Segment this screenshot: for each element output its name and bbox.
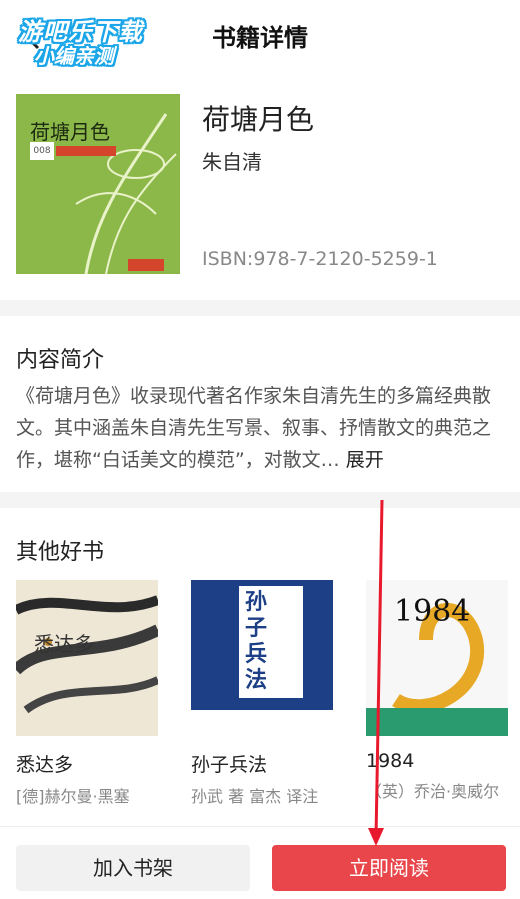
book-cover[interactable]: 1984 <box>366 580 508 736</box>
book-card-siddhartha[interactable]: 悉达多 悉达多 [德]赫尔曼·黑塞 <box>16 580 158 807</box>
book-info-section: 荷塘月色 008 荷塘月色 朱自清 ISBN:978-7-2120-5259-1 <box>0 72 520 300</box>
top-bar: 书籍详情 游吧乐下载 小编亲测 <box>0 0 520 72</box>
book-author: （英）乔治·奥威尔 <box>366 782 500 801</box>
intro-section: 内容简介 《荷塘月色》收录现代著名作家朱自清先生的多篇经典散文。其中涵盖朱自清先… <box>0 316 520 492</box>
book-name: 悉达多 <box>16 754 74 776</box>
add-to-shelf-button[interactable]: 加入书架 <box>16 845 250 891</box>
section-divider <box>0 300 520 316</box>
other-books-section: 其他好书 悉达多 悉达多 [德]赫尔曼·黑塞 孙子兵法 孙子兵法 孙武 著 富杰… <box>0 508 520 826</box>
bottom-action-bar: 加入书架 立即阅读 <box>0 826 520 899</box>
expand-link[interactable]: 展开 <box>346 449 384 471</box>
book-cover[interactable]: 悉达多 <box>16 580 158 736</box>
other-books-heading: 其他好书 <box>16 540 105 565</box>
book-isbn: ISBN:978-7-2120-5259-1 <box>202 248 438 270</box>
book-card-1984[interactable]: 1984 1984 （英）乔治·奥威尔 <box>366 580 508 802</box>
section-divider <box>0 492 520 508</box>
book-cover[interactable]: 荷塘月色 008 <box>16 94 180 274</box>
read-now-button[interactable]: 立即阅读 <box>272 845 506 891</box>
book-name: 孙子兵法 <box>191 754 268 776</box>
book-cover[interactable]: 孙子兵法 <box>191 580 333 736</box>
intro-heading: 内容简介 <box>16 348 105 373</box>
book-author: 朱自清 <box>202 150 262 174</box>
book-author: 孙武 著 富杰 译注 <box>191 787 319 806</box>
book-author: [德]赫尔曼·黑塞 <box>16 787 130 806</box>
watermark-logo: 游吧乐下载 小编亲测 <box>18 18 143 68</box>
book-name: 1984 <box>366 750 415 772</box>
book-title: 荷塘月色 <box>202 103 315 136</box>
intro-text: 《荷塘月色》收录现代著名作家朱自清先生的多篇经典散文。其中涵盖朱自清先生写景、叙… <box>16 385 492 471</box>
book-card-art-of-war[interactable]: 孙子兵法 孙子兵法 孙武 著 富杰 译注 <box>191 580 333 807</box>
